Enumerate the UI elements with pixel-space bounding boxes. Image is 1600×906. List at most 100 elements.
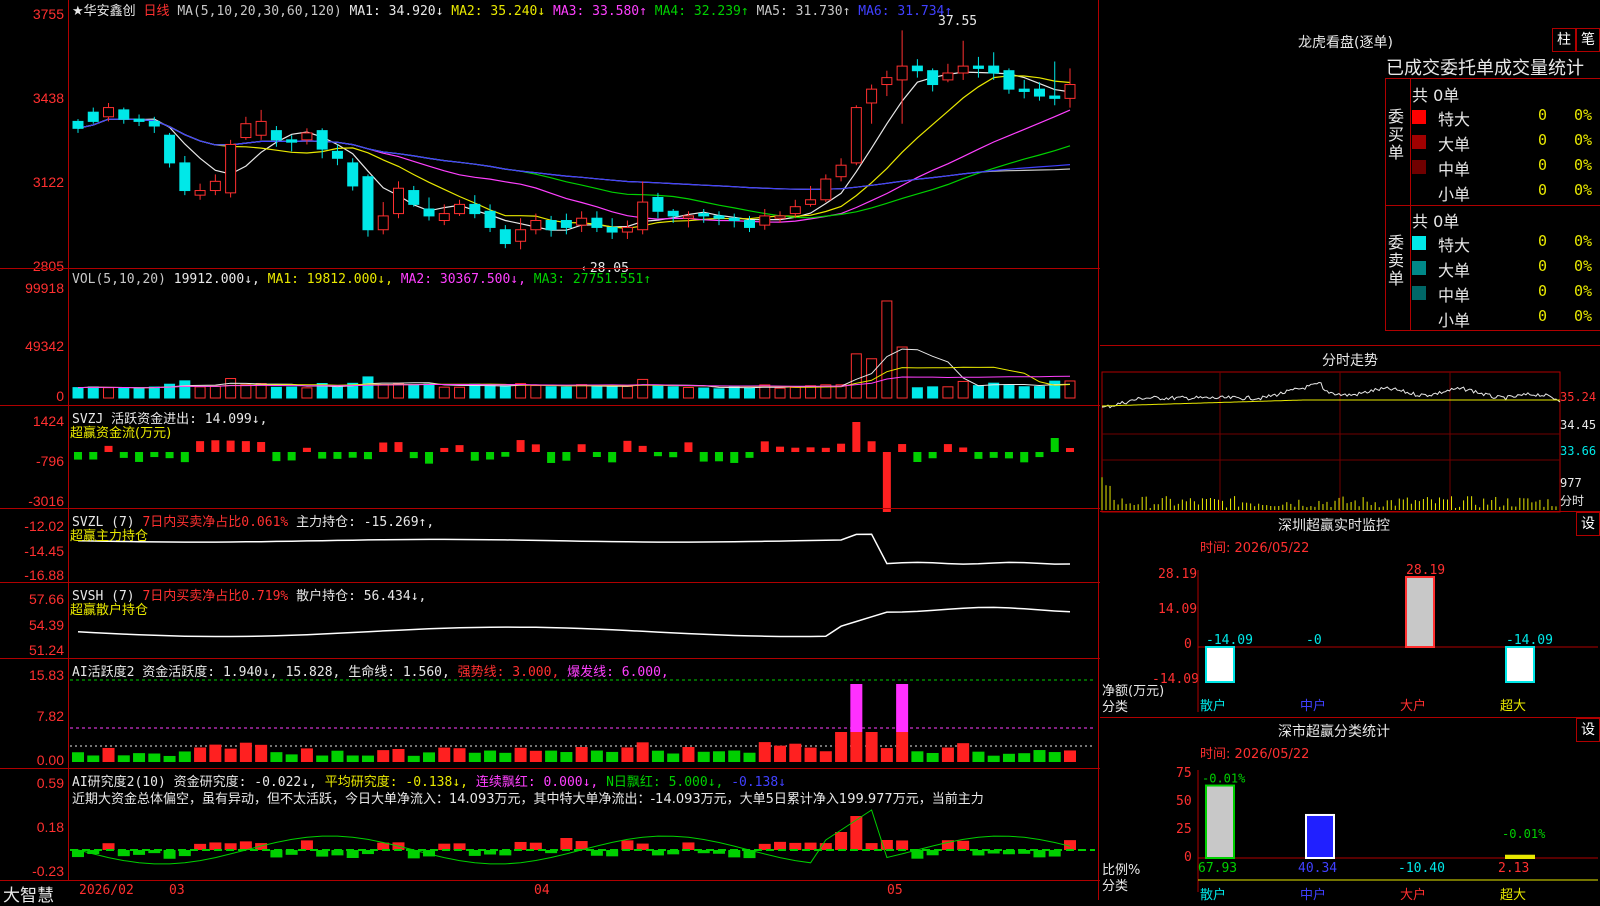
activity-bar: [468, 752, 481, 762]
svzl-tick: -12.02: [24, 518, 64, 534]
activity-bar: [270, 752, 283, 762]
flow-bar: [272, 452, 281, 462]
activity-bar: [1018, 753, 1031, 762]
volume-bar: [1049, 380, 1061, 399]
candle-body: [789, 206, 801, 215]
candle-body: [835, 164, 847, 178]
candle-body: [927, 70, 939, 86]
divider: [0, 405, 1100, 406]
activity-bar: [682, 747, 695, 762]
volume-bar: [713, 388, 725, 399]
ai1-tick: 0.00: [36, 752, 64, 768]
research-bar: [896, 840, 909, 850]
research-bar: [865, 843, 878, 850]
activity-bar: [361, 755, 374, 762]
activity-bar: [438, 747, 451, 762]
divider: [0, 268, 1100, 269]
candle-body: [637, 201, 649, 231]
flow-bar: [196, 441, 205, 452]
candle-body: [545, 220, 557, 231]
volume-bar: [454, 386, 466, 399]
volume-bar: [133, 387, 145, 399]
flow-bar: [211, 440, 220, 452]
fenshi-avg-line: [1101, 399, 1560, 407]
ai1-header: AI活跃度2 资金活跃度: 1.940↓, 15.828, 生命线: 1.560…: [72, 661, 669, 680]
activity-bar: [117, 755, 130, 762]
candle-body: [103, 107, 115, 118]
activity-bar: [896, 732, 909, 762]
ai1-item: 15.828,: [285, 665, 349, 680]
flow-bar: [241, 441, 250, 452]
candle-body: [911, 65, 923, 72]
activity-bar: [1033, 750, 1046, 762]
volume-bar: [286, 386, 298, 399]
sz-bar: [1505, 646, 1535, 683]
candle-body: [179, 162, 191, 192]
volume-bar: [270, 386, 282, 399]
activity-bar: [880, 748, 893, 762]
candle-body: [744, 220, 756, 228]
candle-body: [331, 150, 343, 159]
flow-bar: [745, 452, 754, 458]
vol-item: MA1: 19812.000↓,: [267, 272, 401, 287]
volume-bar: [576, 384, 588, 399]
activity-bar: [606, 751, 619, 762]
volume-bar: [499, 385, 511, 399]
flow-bar: [135, 452, 144, 462]
volume-bar: [789, 386, 801, 399]
divider: [0, 658, 1100, 659]
flow-bar: [1004, 452, 1013, 459]
activity-bar: [850, 684, 863, 732]
activity-bar: [972, 751, 985, 762]
activity-bar: [819, 751, 832, 762]
ai2-tick: 0.18: [36, 819, 64, 835]
volume-bar: [225, 378, 237, 399]
activity-bar: [209, 744, 222, 762]
research-bar: [835, 832, 848, 850]
candle-body: [133, 118, 145, 122]
research-bar: [774, 841, 787, 850]
activity-bar: [316, 755, 329, 762]
volume-bar: [72, 387, 84, 399]
flow-bar: [1020, 452, 1029, 463]
candle-body: [255, 120, 267, 136]
candle-body: [225, 143, 237, 194]
candle-body: [774, 215, 786, 219]
svzl-subtitle: 超赢主力持仓: [70, 529, 149, 544]
candle-body: [454, 203, 466, 215]
flow-bar: [760, 441, 769, 452]
flow-bar: [363, 452, 372, 460]
flow-bar: [516, 440, 525, 452]
research-bar: [270, 850, 283, 858]
activity-bar: [575, 747, 588, 762]
flow-bar: [394, 442, 403, 452]
activity-bar: [789, 743, 802, 762]
flow-bar: [547, 452, 556, 463]
flow-bar: [821, 447, 830, 452]
volume-bar: [682, 387, 694, 399]
activity-bar: [102, 747, 115, 762]
axis-line: [1098, 0, 1099, 900]
svsh-tick: 51.24: [28, 642, 64, 658]
activity-bar: [514, 747, 527, 762]
activity-bar: [636, 742, 649, 762]
flow-bar: [776, 446, 785, 452]
candle-body: [759, 215, 771, 226]
volume-bar: [911, 387, 923, 399]
volume-bar: [744, 387, 756, 399]
activity-bar: [178, 751, 191, 762]
cls-top-label: -0.01%: [1502, 827, 1546, 841]
activity-bar: [300, 748, 313, 762]
sz-value-label: -0: [1306, 633, 1322, 648]
candle-body: [1003, 70, 1015, 90]
x-tick: 05: [887, 883, 903, 898]
activity-bar: [1002, 753, 1015, 762]
divider: [0, 582, 1100, 583]
activity-bar: [1048, 752, 1061, 762]
candle-body: [606, 226, 618, 233]
research-bar: [102, 843, 115, 850]
flow-bar: [287, 452, 296, 461]
flow-bar: [302, 447, 311, 452]
activity-bar: [87, 755, 100, 762]
x-tick: 2026/02: [79, 883, 134, 898]
